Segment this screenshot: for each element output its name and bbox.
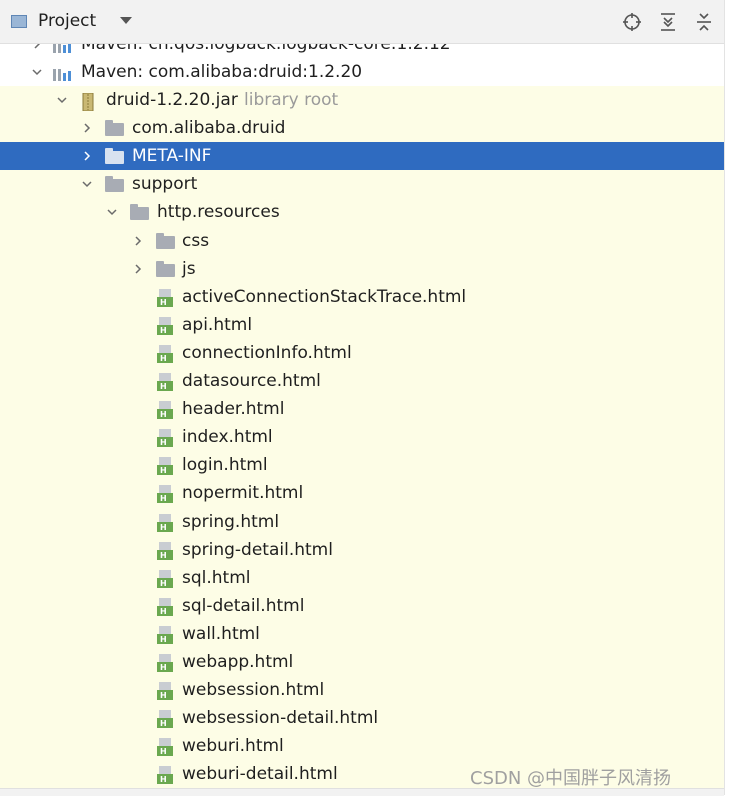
tree-row-label: sql-detail.html: [182, 595, 305, 616]
tree-row-package[interactable]: com.alibaba.druid: [0, 114, 724, 143]
chevron-down-icon[interactable]: [120, 17, 132, 24]
tree-row-label: login.html: [182, 455, 268, 476]
project-panel: Project Maven: ch.qos.logback:logback-co…: [0, 0, 725, 796]
tree-row-label: css: [182, 230, 210, 251]
tree-row-html-file[interactable]: Hspring.html: [0, 507, 724, 536]
tree-row-http-resources[interactable]: http.resources: [0, 198, 724, 227]
tree-row-label: websession.html: [182, 680, 325, 701]
tree-row-label: js: [182, 258, 196, 279]
svg-text:H: H: [160, 326, 167, 335]
tree-row-html-file[interactable]: Hheader.html: [0, 395, 724, 424]
folder-icon: [156, 232, 175, 249]
svg-text:H: H: [160, 410, 167, 419]
tree-row-label: api.html: [182, 314, 253, 335]
folder-icon: [105, 176, 124, 193]
folder-icon: [130, 204, 149, 221]
svg-text:H: H: [160, 298, 167, 307]
tree-row-label: nopermit.html: [182, 483, 304, 504]
folder-icon: [105, 148, 124, 165]
tree-row-html-file[interactable]: Hnopermit.html: [0, 479, 724, 508]
svg-text:H: H: [160, 494, 167, 503]
folder-icon: [105, 120, 124, 137]
tree-row-js[interactable]: js: [0, 254, 724, 283]
tree-row-label: spring.html: [182, 511, 280, 532]
svg-text:H: H: [160, 775, 167, 784]
tree-row-maven-druid[interactable]: Maven: com.alibaba:druid:1.2.20: [0, 58, 724, 86]
tree-row-label: websession-detail.html: [182, 708, 379, 729]
tree-row-meta-inf[interactable]: META-INF: [0, 142, 724, 171]
chevron-right-icon[interactable]: [80, 114, 94, 142]
tree-row-html-file[interactable]: Hapi.html: [0, 310, 724, 339]
tree-row-label: header.html: [182, 399, 285, 420]
svg-text:H: H: [160, 663, 167, 672]
tree-row-html-file[interactable]: Hweburi.html: [0, 732, 724, 761]
tree-row-html-file[interactable]: Hwebsession.html: [0, 676, 724, 705]
chevron-right-icon[interactable]: [131, 255, 145, 283]
expand-all-icon[interactable]: [657, 11, 679, 33]
chevron-down-icon[interactable]: [55, 86, 69, 114]
tree-row-support[interactable]: support: [0, 170, 724, 199]
folder-icon: [156, 260, 175, 277]
svg-text:H: H: [160, 523, 167, 532]
tree-row-html-file[interactable]: Hspring-detail.html: [0, 535, 724, 564]
tree-row-html-file[interactable]: Hdatasource.html: [0, 367, 724, 396]
tree-row-logback[interactable]: Maven: ch.qos.logback:logback-core:1.2.1…: [0, 44, 724, 58]
svg-text:H: H: [160, 354, 167, 363]
svg-text:H: H: [160, 579, 167, 588]
tree-row-label: weburi-detail.html: [182, 764, 338, 785]
tree-row-label: sql.html: [182, 567, 251, 588]
svg-text:H: H: [160, 438, 167, 447]
tree-row-label: http.resources: [157, 202, 280, 223]
tree-row-label: connectionInfo.html: [182, 342, 352, 363]
tree-row-html-file[interactable]: Hwebsession-detail.html: [0, 704, 724, 733]
svg-text:H: H: [160, 747, 167, 756]
project-toolbar: Project: [0, 0, 724, 44]
chevron-right-icon[interactable]: [30, 44, 44, 58]
tree-row-label: datasource.html: [182, 371, 321, 392]
chevron-down-icon[interactable]: [30, 58, 44, 86]
svg-text:H: H: [160, 607, 167, 616]
tree-row-label: Maven: ch.qos.logback:logback-core:1.2.1…: [81, 44, 451, 54]
svg-text:H: H: [160, 466, 167, 475]
tree-row-label: Maven: com.alibaba:druid:1.2.20: [81, 62, 363, 82]
tree-row-label: spring-detail.html: [182, 539, 333, 560]
tree-row-html-file[interactable]: HconnectionInfo.html: [0, 338, 724, 368]
project-view-selector[interactable]: Project: [38, 11, 96, 31]
project-tree: Maven: ch.qos.logback:logback-core:1.2.1…: [0, 44, 724, 789]
chevron-down-icon[interactable]: [105, 198, 119, 226]
tree-row-druid-jar[interactable]: druid-1.2.20.jar library root: [0, 86, 724, 115]
tree-row-html-file[interactable]: Hsql-detail.html: [0, 591, 724, 620]
tree-row-html-file[interactable]: HactiveConnectionStackTrace.html: [0, 282, 724, 311]
tree-row-label: index.html: [182, 427, 273, 448]
watermark: CSDN @中国胖子风清扬: [470, 768, 672, 789]
library-icon: [53, 44, 75, 58]
tree-row-label: com.alibaba.druid: [132, 118, 286, 139]
tree-row-html-file[interactable]: Hwebapp.html: [0, 647, 724, 677]
tree-row-label: druid-1.2.20.jar: [106, 90, 238, 111]
svg-text:H: H: [160, 635, 167, 644]
tree-row-label: activeConnectionStackTrace.html: [182, 286, 467, 307]
svg-text:H: H: [160, 691, 167, 700]
locate-icon[interactable]: [621, 11, 643, 33]
tree-row-label: wall.html: [182, 623, 260, 644]
tree-row-label: support: [132, 174, 198, 195]
chevron-right-icon[interactable]: [131, 227, 145, 255]
svg-text:H: H: [160, 719, 167, 728]
collapse-all-icon[interactable]: [693, 11, 715, 33]
tree-row-label: weburi.html: [182, 736, 284, 757]
svg-text:H: H: [160, 382, 167, 391]
tree-row-html-file[interactable]: Hwall.html: [0, 619, 724, 648]
tree-row-html-file[interactable]: Hindex.html: [0, 423, 724, 452]
tree-row-html-file[interactable]: Hsql.html: [0, 563, 724, 592]
tree-row-label: META-INF: [132, 146, 212, 167]
tree-row-html-file[interactable]: Hlogin.html: [0, 451, 724, 480]
tree-row-label: webapp.html: [182, 651, 294, 672]
chevron-down-icon[interactable]: [80, 170, 94, 198]
library-root-hint: library root: [244, 90, 339, 111]
project-view-icon: [11, 15, 27, 28]
svg-text:H: H: [160, 551, 167, 560]
chevron-right-icon[interactable]: [80, 142, 94, 170]
tree-row-css[interactable]: css: [0, 226, 724, 255]
